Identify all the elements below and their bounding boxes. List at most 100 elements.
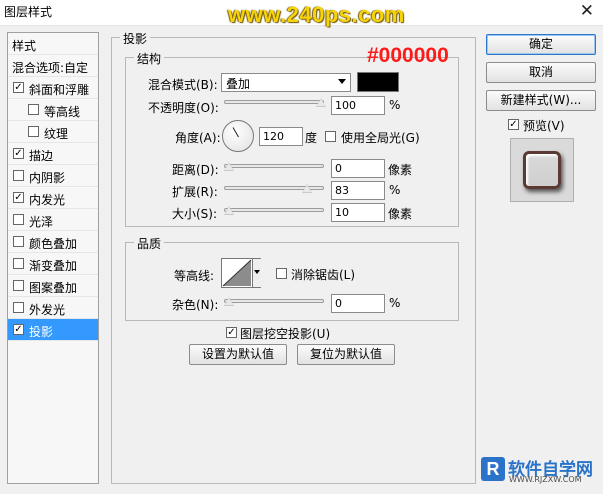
spread-input[interactable]: 83 <box>331 181 385 200</box>
size-unit: 像素 <box>388 207 413 221</box>
sidebar-item[interactable]: 外发光 <box>8 297 98 319</box>
preview-checkbox[interactable] <box>508 119 519 130</box>
angle-value: 120 <box>263 130 284 143</box>
chevron-down-icon[interactable] <box>252 259 261 287</box>
sidebar-item-checkbox[interactable] <box>13 148 24 159</box>
opacity-slider-thumb[interactable] <box>316 98 326 107</box>
noise-label: 杂色(N): <box>172 298 219 312</box>
sidebar-item[interactable]: 渐变叠加 <box>8 253 98 275</box>
sidebar-item-label: 图案叠加 <box>29 281 78 295</box>
sidebar-item-label: 内发光 <box>29 193 66 207</box>
spread-slider[interactable] <box>224 184 324 193</box>
quality-title: 品质 <box>134 235 165 252</box>
sidebar-item-label: 混合选项:自定 <box>12 61 89 75</box>
noise-value: 0 <box>335 297 342 310</box>
angle-input[interactable]: 120 <box>259 127 303 146</box>
watermark-text: www.240ps.com <box>228 2 405 27</box>
noise-slider-track <box>224 299 324 303</box>
distance-slider[interactable] <box>224 162 324 171</box>
distance-input[interactable]: 0 <box>331 159 385 178</box>
sidebar-item-checkbox[interactable] <box>13 82 24 93</box>
reset-default-button[interactable]: 复位为默认值 <box>297 344 395 365</box>
opacity-value: 100 <box>335 99 356 112</box>
preview-label: 预览(V) <box>523 119 565 133</box>
sidebar-item-label: 斜面和浮雕 <box>29 83 90 97</box>
chevron-down-icon <box>338 79 346 84</box>
close-icon[interactable]: ✕ <box>580 1 594 21</box>
blend-mode-label: 混合模式(B): <box>148 78 218 92</box>
sidebar-item[interactable]: 内阴影 <box>8 165 98 187</box>
size-slider-thumb[interactable] <box>224 206 234 215</box>
structure-title: 结构 <box>134 50 165 67</box>
style-preview <box>510 138 574 202</box>
sidebar-item-label: 等高线 <box>44 105 81 119</box>
logo-mark: R <box>481 457 505 481</box>
sidebar-item[interactable]: 内发光 <box>8 187 98 209</box>
sidebar-item-checkbox[interactable] <box>13 258 24 269</box>
angle-unit: 度 <box>305 131 318 145</box>
sidebar-item-checkbox[interactable] <box>13 170 24 181</box>
contour-label: 等高线: <box>174 269 215 283</box>
style-list: 样式 混合选项:自定 斜面和浮雕等高线纹理描边内阴影内发光光泽颜色叠加渐变叠加图… <box>7 32 99 484</box>
style-preview-thumbnail <box>523 151 561 189</box>
distance-label: 距离(D): <box>172 163 219 177</box>
spread-slider-thumb[interactable] <box>302 184 312 193</box>
sidebar-item-label: 描边 <box>29 149 54 163</box>
knockout-checkbox[interactable] <box>226 327 237 338</box>
color-annotation: #000000 <box>367 44 449 67</box>
global-light-checkbox[interactable] <box>325 131 336 142</box>
blend-mode-value: 叠加 <box>226 77 251 91</box>
opacity-unit: % <box>389 98 401 112</box>
sidebar-item-checkbox[interactable] <box>13 192 24 203</box>
size-value: 10 <box>335 206 349 219</box>
noise-slider[interactable] <box>224 297 324 306</box>
opacity-slider[interactable] <box>224 98 326 107</box>
distance-slider-track <box>224 164 324 168</box>
distance-slider-thumb[interactable] <box>224 162 234 171</box>
sidebar-item-label: 纹理 <box>44 127 69 141</box>
size-slider-track <box>224 208 324 212</box>
title-bar: 图层样式 www.240ps.com ✕ <box>0 0 603 27</box>
cancel-button[interactable]: 取消 <box>486 62 596 83</box>
blend-mode-select[interactable]: 叠加 <box>221 73 351 92</box>
size-label: 大小(S): <box>172 207 218 221</box>
sidebar-item[interactable]: 颜色叠加 <box>8 231 98 253</box>
sidebar-item[interactable]: 图案叠加 <box>8 275 98 297</box>
sidebar-item[interactable]: 投影 <box>8 319 98 341</box>
set-default-button[interactable]: 设置为默认值 <box>189 344 287 365</box>
style-list-header-label: 样式 <box>12 39 37 53</box>
new-style-button[interactable]: 新建样式(W)... <box>486 90 596 111</box>
shadow-color-swatch[interactable] <box>357 72 399 92</box>
sidebar-item-checkbox[interactable] <box>28 104 39 115</box>
noise-input[interactable]: 0 <box>331 294 385 313</box>
sidebar-item-checkbox[interactable] <box>13 280 24 291</box>
spread-value: 83 <box>335 184 349 197</box>
global-light-label: 使用全局光(G) <box>341 131 420 145</box>
opacity-input[interactable]: 100 <box>331 96 385 115</box>
sidebar-item-blend-options[interactable]: 混合选项:自定 <box>8 55 98 77</box>
sidebar-item-checkbox[interactable] <box>28 126 39 137</box>
size-slider[interactable] <box>224 206 324 215</box>
window-title: 图层样式 <box>4 5 53 19</box>
sidebar-item[interactable]: 等高线 <box>8 99 98 121</box>
sidebar-item-label: 光泽 <box>29 215 54 229</box>
logo-url: WWW.RJZXW.COM <box>509 475 582 484</box>
angle-dial[interactable] <box>222 120 254 152</box>
sidebar-item[interactable]: 纹理 <box>8 121 98 143</box>
size-input[interactable]: 10 <box>331 203 385 222</box>
sidebar-item-checkbox[interactable] <box>13 214 24 225</box>
sidebar-item[interactable]: 光泽 <box>8 209 98 231</box>
sidebar-item-checkbox[interactable] <box>13 302 24 313</box>
ok-button[interactable]: 确定 <box>486 34 596 55</box>
sidebar-item[interactable]: 斜面和浮雕 <box>8 77 98 99</box>
contour-curve-icon <box>222 259 252 287</box>
sidebar-item-checkbox[interactable] <box>13 324 24 335</box>
distance-unit: 像素 <box>388 163 413 177</box>
contour-picker[interactable] <box>221 258 261 288</box>
sidebar-item-checkbox[interactable] <box>13 236 24 247</box>
noise-slider-thumb[interactable] <box>224 297 234 306</box>
knockout-label: 图层挖空投影(U) <box>240 327 331 341</box>
sidebar-item[interactable]: 描边 <box>8 143 98 165</box>
antialias-checkbox[interactable] <box>276 268 287 279</box>
angle-dial-needle <box>232 127 239 138</box>
